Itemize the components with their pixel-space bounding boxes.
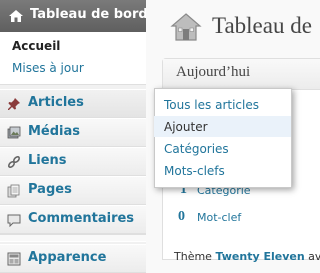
flyout-item-all-posts[interactable]: Tous les articles (154, 94, 291, 115)
appearance-icon (7, 252, 21, 266)
pushpin-icon (8, 98, 20, 110)
comment-icon (7, 214, 21, 227)
page-icon (7, 184, 20, 198)
sidebar-item-medias[interactable]: Médias (0, 118, 146, 147)
flyout-item-all-posts-label: Tous les articles (164, 98, 259, 112)
theme-info: Thème Twenty Eleven av (174, 250, 320, 263)
sidebar-item-comments[interactable]: Commentaires (0, 205, 146, 234)
tag-label[interactable]: Mot-clef (197, 211, 241, 224)
flyout-item-categories[interactable]: Catégories (154, 138, 291, 159)
flyout-item-categories-label: Catégories (164, 142, 229, 156)
sidebar-item-dashboard[interactable]: Tableau de bord (0, 0, 148, 32)
sidebar-item-comments-label: Commentaires (28, 211, 135, 226)
sidebar-item-pages[interactable]: Pages (0, 176, 146, 205)
sidebar-item-appearance[interactable]: Apparence (0, 244, 146, 273)
sidebar-item-medias-label: Médias (28, 124, 81, 139)
flyout-item-add-new-label: Ajouter (164, 120, 208, 134)
sidebar-item-dashboard-label: Tableau de bord (30, 7, 148, 22)
submenu-updates[interactable]: Mises à jour (12, 61, 84, 75)
menu-separator (0, 234, 146, 242)
widget-title: Aujourd’hui (176, 64, 251, 80)
theme-suffix: av (308, 250, 320, 263)
link-icon (7, 155, 21, 169)
media-icon (7, 126, 21, 139)
sidebar-item-pages-label: Pages (28, 182, 72, 197)
flyout-item-add-new[interactable]: Ajouter (154, 116, 291, 137)
page-title: Tableau de (212, 13, 312, 38)
theme-name-link[interactable]: Twenty Eleven (215, 250, 304, 263)
sidebar-item-links[interactable]: Liens (0, 147, 146, 176)
dashboard-icon (9, 10, 23, 22)
dashboard-submenu: Accueil Mises à jour (0, 32, 146, 85)
submenu-home[interactable]: Accueil (12, 39, 60, 53)
sidebar-item-appearance-label: Apparence (28, 250, 107, 265)
theme-prefix: Thème (174, 250, 212, 263)
tag-count[interactable]: 0 (178, 209, 185, 225)
dashboard-home-icon (170, 13, 202, 41)
sidebar-item-links-label: Liens (28, 153, 67, 168)
flyout-item-tags-label: Mots-clefs (164, 164, 225, 178)
sidebar-item-articles-label: Articles (28, 95, 84, 110)
sidebar-item-articles[interactable]: Articles (0, 89, 146, 118)
flyout-item-tags[interactable]: Mots-clefs (154, 160, 291, 181)
